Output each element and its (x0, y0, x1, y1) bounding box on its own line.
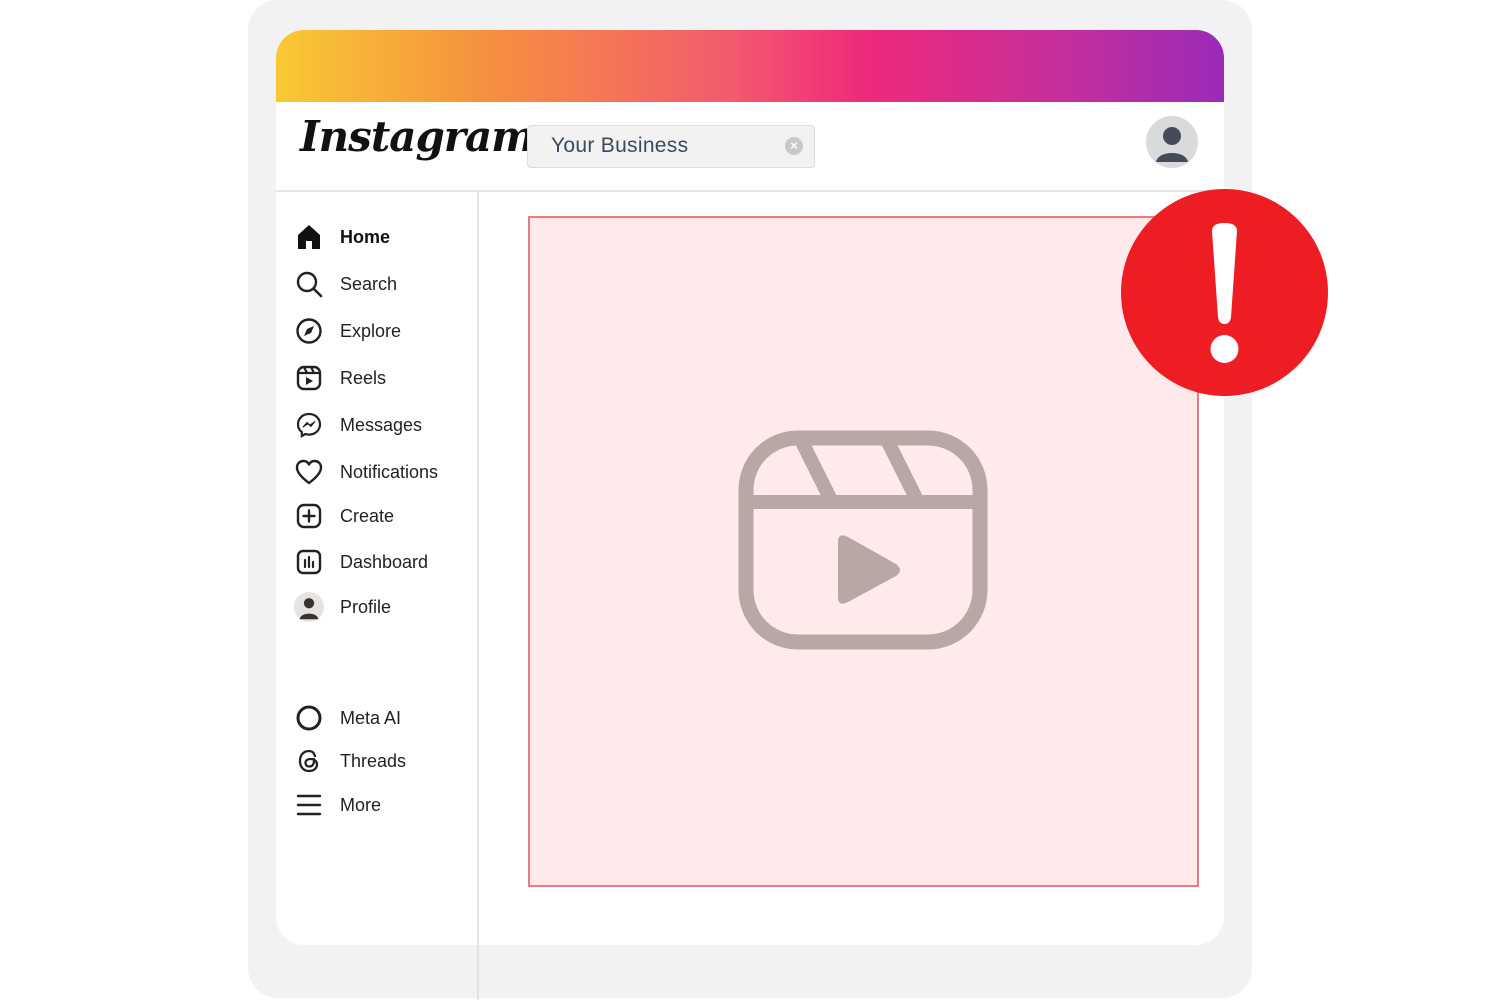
sidebar-item-dashboard[interactable]: Dashboard (294, 545, 428, 579)
clear-circle-icon[interactable]: × (785, 137, 803, 155)
sidebar-item-label: Home (340, 226, 391, 247)
sidebar-item-label: Meta AI (340, 707, 402, 728)
sidebar-item-notifications[interactable]: Notifications (294, 455, 438, 489)
sidebar-item-label: Reels (340, 367, 387, 388)
menu-icon (294, 790, 324, 820)
sidebar-item-more[interactable]: More (294, 788, 381, 822)
sidebar-item-messages[interactable]: Messages (294, 408, 422, 442)
sidebar-item-meta-ai[interactable]: Meta AI (294, 701, 401, 735)
sidebar-item-search[interactable]: Search (294, 267, 397, 301)
home-icon (294, 222, 324, 252)
sidebar-item-reels[interactable]: Reels (294, 361, 386, 395)
user-avatar-icon[interactable] (1146, 116, 1198, 168)
reels-video-icon (738, 430, 988, 655)
sidebar-nav: Home Search Explore Reels Messages Notif… (276, 192, 477, 945)
reels-icon (294, 363, 324, 393)
sidebar-item-profile[interactable]: Profile (294, 590, 391, 624)
sidebar-item-label: Dashboard (340, 551, 429, 572)
alert-badge (1121, 189, 1328, 396)
sidebar-item-label: Notifications (340, 461, 439, 482)
profile-avatar-icon (294, 592, 324, 622)
sidebar-item-create[interactable]: Create (294, 499, 394, 533)
search-input[interactable]: Your Business × (527, 125, 815, 168)
sidebar-item-label: Create (340, 505, 395, 526)
sidebar-item-home[interactable]: Home (294, 220, 390, 254)
sidebar-item-threads[interactable]: Threads (294, 744, 406, 778)
brand-gradient-bar (276, 30, 1224, 102)
sidebar-item-label: Search (340, 273, 398, 294)
sidebar-item-label: Explore (340, 320, 402, 341)
heart-icon (294, 457, 324, 487)
instagram-logo[interactable]: Instagram (300, 112, 536, 161)
search-icon (294, 269, 324, 299)
sidebar-item-label: Profile (340, 596, 392, 617)
sidebar-divider (477, 190, 479, 1000)
threads-icon (294, 746, 324, 776)
sidebar-item-label: Threads (340, 750, 407, 771)
sidebar-item-explore[interactable]: Explore (294, 314, 401, 348)
sidebar-item-label: Messages (340, 414, 423, 435)
compass-icon (294, 316, 324, 346)
top-header: Instagram Your Business × (276, 102, 1224, 192)
search-input-value[interactable]: Your Business (551, 134, 688, 158)
exclamation-icon (1210, 223, 1239, 363)
meta-ai-ring-icon (294, 703, 324, 733)
dashboard-icon (294, 547, 324, 577)
messenger-icon (294, 410, 324, 440)
plus-square-icon (294, 501, 324, 531)
sidebar-item-label: More (340, 794, 382, 815)
